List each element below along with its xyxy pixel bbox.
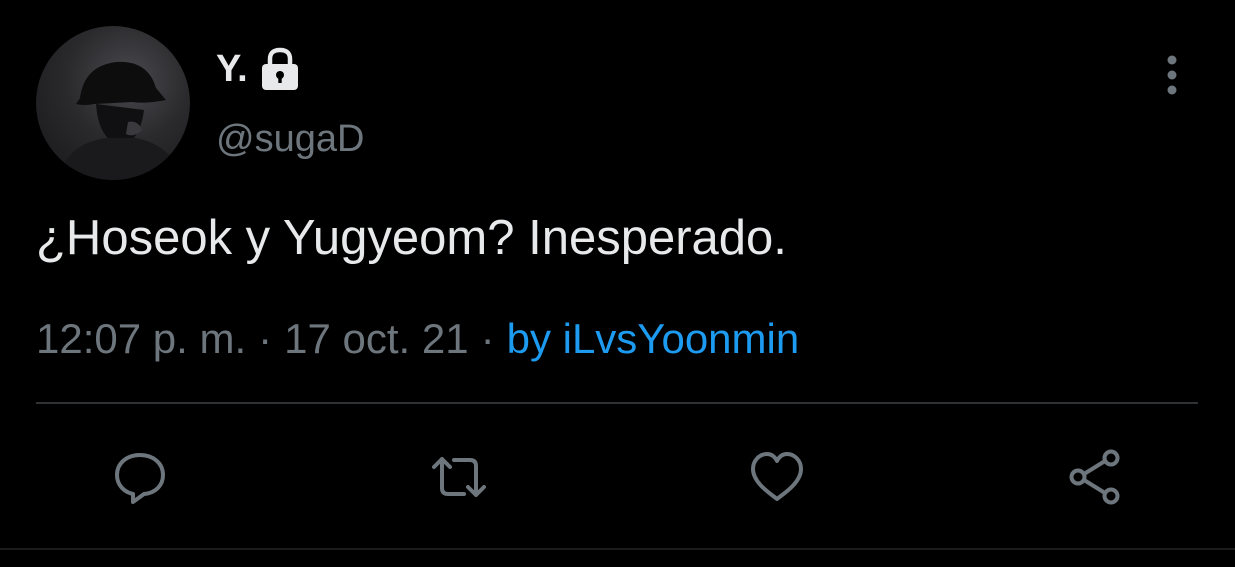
tweet-text: ¿Hoseok y Yugyeom? Inesperado. xyxy=(36,211,787,265)
share-icon xyxy=(1069,449,1120,505)
more-vertical-icon[interactable] xyxy=(1152,52,1192,98)
share-button[interactable] xyxy=(1060,442,1130,512)
divider xyxy=(36,402,1198,404)
author-handle[interactable]: @sugaD xyxy=(216,120,364,158)
bottom-divider xyxy=(0,548,1235,550)
heart-icon xyxy=(751,452,803,501)
tweet-actions xyxy=(0,442,1235,512)
avatar-image xyxy=(58,61,182,180)
reply-icon xyxy=(115,453,165,504)
retweet-button[interactable] xyxy=(424,442,494,512)
avatar[interactable] xyxy=(36,26,190,180)
tweet-date: 17 oct. 21 xyxy=(284,315,469,362)
tweet-meta: 12:07 p. m. · 17 oct. 21 · by iLvsYoonmi… xyxy=(36,318,799,360)
retweet-icon xyxy=(432,457,486,497)
tweet-time: 12:07 p. m. xyxy=(36,315,247,362)
display-name: Y. xyxy=(216,48,248,90)
author-name-row[interactable]: Y. xyxy=(216,44,302,94)
tweet-source-link[interactable]: by iLvsYoonmin xyxy=(507,318,800,360)
reply-button[interactable] xyxy=(105,442,175,512)
meta-separator: · xyxy=(258,315,273,362)
like-button[interactable] xyxy=(742,442,812,512)
meta-separator: · xyxy=(480,315,495,362)
lock-icon xyxy=(261,47,298,90)
